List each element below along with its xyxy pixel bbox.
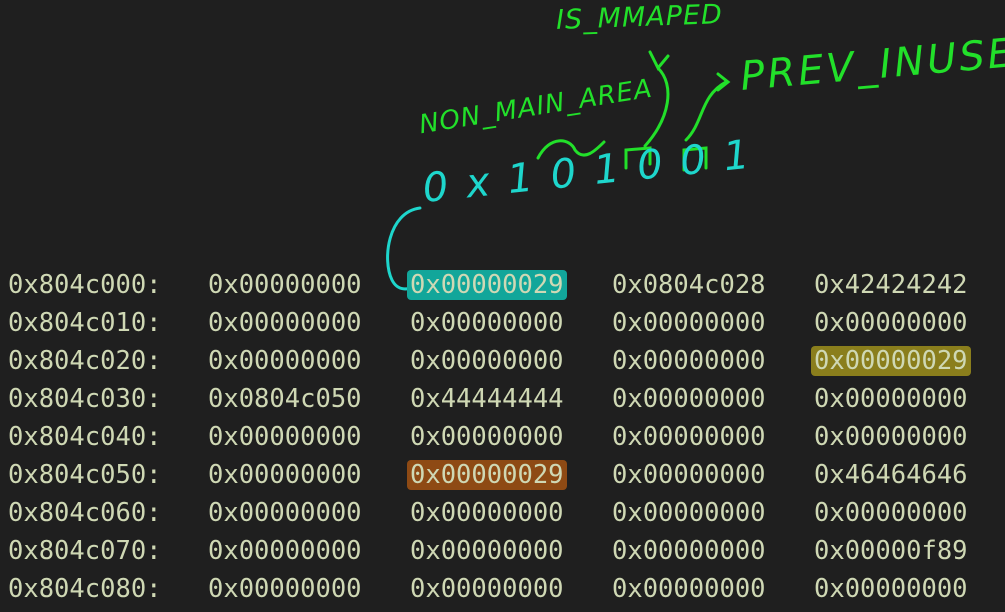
memory-word: 0x00000000 [814,570,1005,608]
word-value: 0x00000000 [814,308,968,338]
memory-row: 0x804c000: 0x00000000 0x00000029 0x0804c028… [8,266,1005,304]
memory-word: 0x42424242 [814,266,1005,304]
memory-row: 0x804c060: 0x00000000 0x00000000 0x00000000… [8,494,1005,532]
word-value: 0x00000000 [612,422,766,452]
word-value: 0x00000029 [811,346,971,376]
word-value: 0x00000000 [814,498,968,528]
word-value: 0x00000029 [407,270,567,300]
word-value: 0x00000000 [814,422,968,452]
word-value: 0x00000000 [612,346,766,376]
memory-word-highlighted: 0x00000029 [407,456,612,494]
memory-word: 0x00000000 [612,456,814,494]
memory-word: 0x00000000 [814,380,1005,418]
arrow-prev-inuse [684,72,731,142]
word-value: 0x00000000 [612,536,766,566]
row-address: 0x804c020: [8,346,162,376]
word-value: 0x00000000 [410,498,564,528]
word-value: 0x0804c028 [612,270,766,300]
word-value: 0x44444444 [410,384,564,414]
memory-word: 0x00000000 [612,532,814,570]
word-value: 0x00000000 [208,498,362,528]
memory-word: 0x00000f89 [814,532,1005,570]
word-value: 0x00000000 [814,384,968,414]
memory-word: 0x00000000 [612,342,814,380]
memory-word: 0x00000000 [208,570,410,608]
memory-word: 0x46464646 [814,456,1005,494]
memory-word: 0x00000000 [410,304,612,342]
memory-word: 0x00000000 [208,532,410,570]
memory-word: 0x00000000 [612,380,814,418]
memory-word: 0x00000000 [208,456,410,494]
memory-word: 0x00000000 [410,418,612,456]
memory-word-highlighted: 0x00000029 [811,342,1005,380]
word-value: 0x00000000 [208,536,362,566]
row-address: 0x804c010: [8,308,162,338]
word-value: 0x00000f89 [814,536,968,566]
memory-word: 0x00000000 [612,304,814,342]
word-value: 0x00000000 [612,574,766,604]
is-mmaped-label: IS_MMAPED [555,0,724,36]
memory-word: 0x00000000 [410,570,612,608]
word-value: 0x00000000 [208,346,362,376]
word-value: 0x00000000 [612,460,766,490]
word-value: 0x00000000 [208,460,362,490]
memory-word: 0x44444444 [410,380,612,418]
memory-word: 0x0804c028 [612,266,814,304]
memory-word: 0x00000000 [410,342,612,380]
word-value: 0x00000000 [208,422,362,452]
word-value: 0x00000000 [814,574,968,604]
memory-dump: 0x804c000: 0x00000000 0x00000029 0x0804c028… [8,266,1005,608]
word-value: 0x00000000 [612,308,766,338]
memory-word: 0x00000000 [208,304,410,342]
word-value: 0x00000000 [612,498,766,528]
row-address: 0x804c000: [8,270,162,300]
memory-row: 0x804c080: 0x00000000 0x00000000 0x00000000… [8,570,1005,608]
word-value: 0x00000000 [612,384,766,414]
word-value: 0x00000000 [208,270,362,300]
memory-row: 0x804c020: 0x00000000 0x00000000 0x00000000… [8,342,1005,380]
word-value: 0x00000000 [410,346,564,376]
memory-word: 0x00000000 [208,342,410,380]
memory-word: 0x00000000 [208,266,410,304]
word-value: 0x46464646 [814,460,968,490]
word-value: 0x0804c050 [208,384,362,414]
word-value: 0x42424242 [814,270,968,300]
row-address: 0x804c050: [8,460,162,490]
row-address: 0x804c060: [8,498,162,528]
memory-row: 0x804c010: 0x00000000 0x00000000 0x00000000… [8,304,1005,342]
memory-word: 0x00000000 [410,494,612,532]
memory-row: 0x804c030: 0x0804c050 0x44444444 0x00000000… [8,380,1005,418]
memory-word: 0x00000000 [612,494,814,532]
memory-row: 0x804c040: 0x00000000 0x00000000 0x00000000… [8,418,1005,456]
word-value: 0x00000000 [208,574,362,604]
memory-word: 0x00000000 [612,570,814,608]
word-value: 0x00000000 [208,308,362,338]
word-value: 0x00000000 [410,422,564,452]
memory-word: 0x00000000 [814,304,1005,342]
word-value: 0x00000000 [410,574,564,604]
word-value: 0x00000000 [410,308,564,338]
memory-word: 0x00000000 [612,418,814,456]
memory-word-highlighted: 0x00000029 [407,266,612,304]
word-value: 0x00000000 [410,536,564,566]
memory-word: 0x00000000 [208,494,410,532]
memory-word: 0x00000000 [814,418,1005,456]
row-address: 0x804c030: [8,384,162,414]
memory-word: 0x00000000 [208,418,410,456]
memory-word: 0x0804c050 [208,380,410,418]
memory-row: 0x804c070: 0x00000000 0x00000000 0x00000000… [8,532,1005,570]
row-address: 0x804c040: [8,422,162,452]
memory-word: 0x00000000 [814,494,1005,532]
row-address: 0x804c080: [8,574,162,604]
memory-row: 0x804c050: 0x00000000 0x00000029 0x00000000… [8,456,1005,494]
word-value: 0x00000029 [407,460,567,490]
memory-word: 0x00000000 [410,532,612,570]
row-address: 0x804c070: [8,536,162,566]
